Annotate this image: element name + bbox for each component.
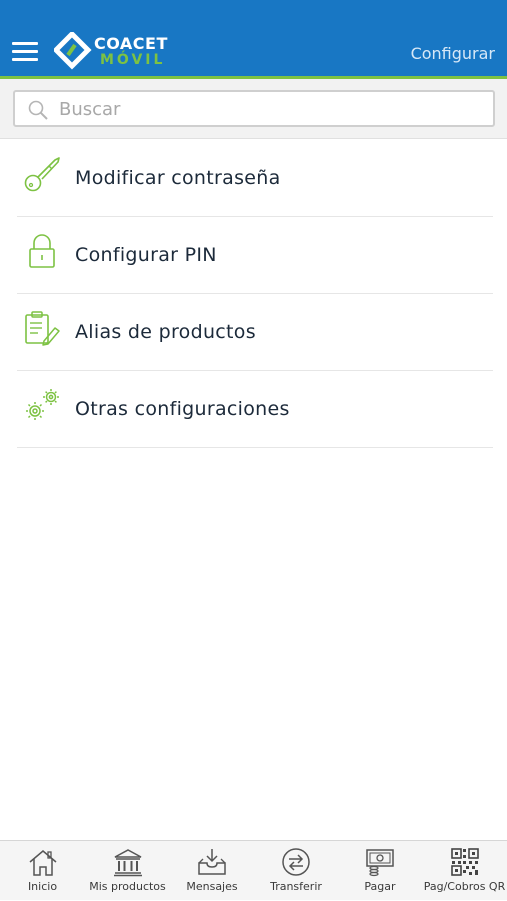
inbox-icon bbox=[198, 849, 226, 875]
clipboard-edit-icon bbox=[25, 311, 60, 346]
coacet-logo: COACET MÓVIL bbox=[54, 32, 178, 72]
bottom-tab-bar: Inicio Mis productos Mensajes Transferir bbox=[0, 840, 507, 900]
divider bbox=[17, 447, 493, 448]
tab-label: Mis productos bbox=[89, 880, 166, 893]
logo-text-coacet: COACET bbox=[94, 34, 168, 53]
logo-diamond-icon bbox=[54, 32, 92, 70]
tab-transferir[interactable]: Transferir bbox=[254, 841, 338, 901]
gears-icon bbox=[26, 389, 59, 420]
menu-item-label: Otras configuraciones bbox=[75, 398, 290, 420]
padlock-icon bbox=[29, 234, 55, 268]
menu-item-configurar-pin[interactable]: Configurar PIN bbox=[0, 217, 507, 294]
app-header: COACET MÓVIL Configurar bbox=[0, 0, 507, 76]
qr-code-icon bbox=[450, 848, 479, 876]
settings-menu-list: Modificar contraseña Configurar PIN Alia… bbox=[0, 140, 507, 448]
search-icon bbox=[28, 100, 48, 120]
hamburger-menu-icon[interactable] bbox=[12, 42, 38, 64]
search-input[interactable] bbox=[59, 96, 479, 122]
search-bar bbox=[0, 79, 507, 139]
payment-icon bbox=[366, 849, 394, 877]
menu-item-label: Configurar PIN bbox=[75, 244, 217, 266]
tab-label: Mensajes bbox=[186, 880, 238, 893]
tab-label: Inicio bbox=[27, 880, 58, 893]
menu-item-label: Alias de productos bbox=[75, 321, 256, 343]
home-icon bbox=[29, 850, 56, 876]
tab-pagar[interactable]: Pagar bbox=[338, 841, 422, 901]
menu-item-modificar-contrasena[interactable]: Modificar contraseña bbox=[0, 140, 507, 217]
tab-pag-cobros-qr[interactable]: Pag/Cobros QR bbox=[422, 841, 507, 901]
search-box[interactable] bbox=[13, 90, 495, 127]
key-icon bbox=[24, 157, 60, 192]
menu-item-alias-de-productos[interactable]: Alias de productos bbox=[0, 294, 507, 371]
menu-item-otras-configuraciones[interactable]: Otras configuraciones bbox=[0, 371, 507, 448]
tab-mensajes[interactable]: Mensajes bbox=[170, 841, 254, 901]
transfer-icon bbox=[282, 848, 310, 876]
tab-label: Pag/Cobros QR bbox=[423, 880, 506, 893]
menu-item-label: Modificar contraseña bbox=[75, 167, 281, 189]
logo-text-movil: MÓVIL bbox=[100, 52, 166, 68]
tab-label: Transferir bbox=[270, 880, 322, 893]
bank-icon bbox=[113, 849, 142, 877]
tab-label: Pagar bbox=[364, 880, 396, 893]
configurar-header-button[interactable]: Configurar bbox=[411, 44, 495, 63]
tab-mis-productos[interactable]: Mis productos bbox=[85, 841, 170, 901]
tab-inicio[interactable]: Inicio bbox=[0, 841, 85, 901]
